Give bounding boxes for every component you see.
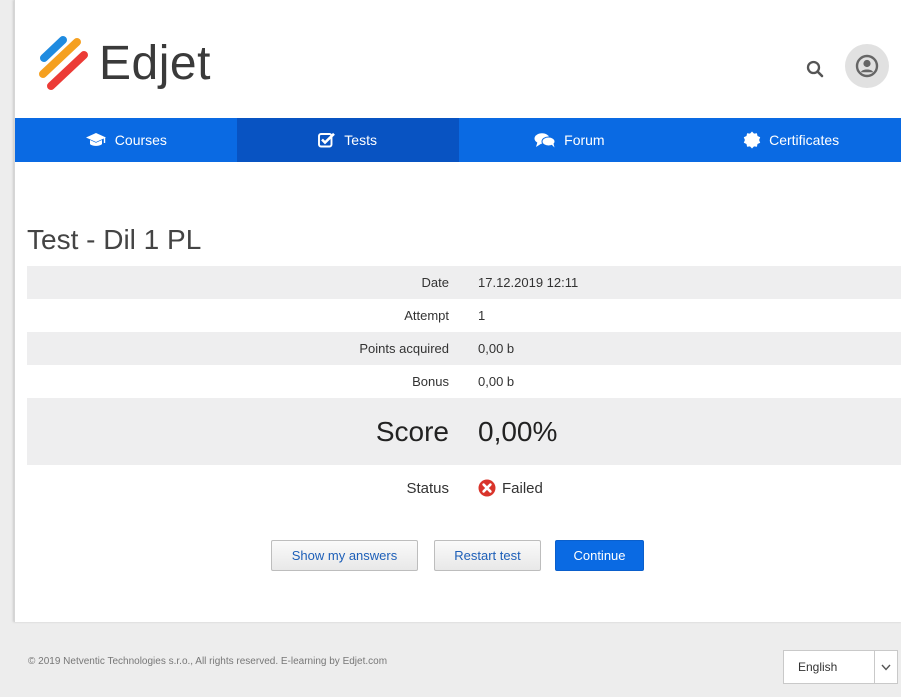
status-label: Status — [406, 479, 449, 497]
date-value: 17.12.2019 12:11 — [478, 275, 579, 290]
date-label: Date — [421, 275, 449, 290]
result-row-attempt: Attempt 1 — [27, 299, 901, 332]
results-table: Date 17.12.2019 12:11 Attempt 1 Points a… — [27, 266, 901, 511]
search-button[interactable] — [801, 55, 829, 83]
result-row-score: Score 0,00% — [27, 398, 901, 465]
points-label: Points acquired — [359, 341, 449, 356]
nav-courses-label: Courses — [114, 132, 167, 148]
main-nav: Courses Tests Forum Certificates — [15, 118, 901, 162]
score-label: Score — [375, 415, 449, 447]
bonus-label: Bonus — [412, 374, 449, 389]
logo-mark-icon — [39, 36, 88, 90]
restart-test-button[interactable]: Restart test — [434, 540, 541, 571]
failed-x-icon — [478, 479, 496, 497]
certificate-icon — [743, 131, 761, 149]
language-select[interactable]: English — [783, 650, 898, 684]
nav-tests-label: Tests — [344, 132, 377, 148]
nav-forum[interactable]: Forum — [459, 118, 681, 162]
result-row-bonus: Bonus 0,00 b — [27, 365, 901, 398]
search-icon — [806, 60, 824, 78]
language-dropdown-toggle[interactable] — [874, 651, 897, 683]
nav-certificates[interactable]: Certificates — [680, 118, 901, 162]
header: Edjet — [15, 0, 901, 118]
checkbox-icon — [318, 132, 336, 148]
footer-copyright: © 2019 Netventic Technologies s.r.o., Al… — [28, 656, 388, 667]
nav-certificates-label: Certificates — [769, 132, 840, 148]
status-value: Failed — [478, 479, 543, 497]
result-row-date: Date 17.12.2019 12:11 — [27, 266, 901, 299]
bonus-value: 0,00 b — [478, 374, 515, 389]
nav-forum-label: Forum — [564, 132, 605, 148]
attempt-label: Attempt — [404, 308, 449, 323]
continue-button[interactable]: Continue — [555, 540, 644, 571]
user-icon — [855, 54, 879, 78]
result-row-status: Status Failed — [27, 465, 901, 511]
chat-bubbles-icon — [534, 133, 556, 148]
brand-name: Edjet — [99, 37, 211, 90]
points-value: 0,00 b — [478, 341, 515, 356]
score-value: 0,00% — [478, 415, 558, 447]
result-row-points: Points acquired 0,00 b — [27, 332, 901, 365]
attempt-value: 1 — [478, 308, 486, 323]
language-selected: English — [798, 660, 838, 674]
action-buttons: Show my answers Restart test Continue — [15, 540, 901, 571]
show-answers-button[interactable]: Show my answers — [271, 540, 418, 571]
logo[interactable]: Edjet — [35, 36, 211, 92]
user-avatar-button[interactable] — [845, 44, 889, 88]
nav-courses[interactable]: Courses — [15, 118, 237, 162]
main-card: Edjet Courses Tests Forum Certificates T… — [14, 0, 901, 622]
status-failed-text: Failed — [502, 479, 543, 497]
nav-tests[interactable]: Tests — [236, 118, 459, 162]
chevron-down-icon — [881, 664, 891, 671]
graduation-cap-icon — [85, 133, 106, 146]
page-title: Test - Dil 1 PL — [27, 223, 202, 255]
